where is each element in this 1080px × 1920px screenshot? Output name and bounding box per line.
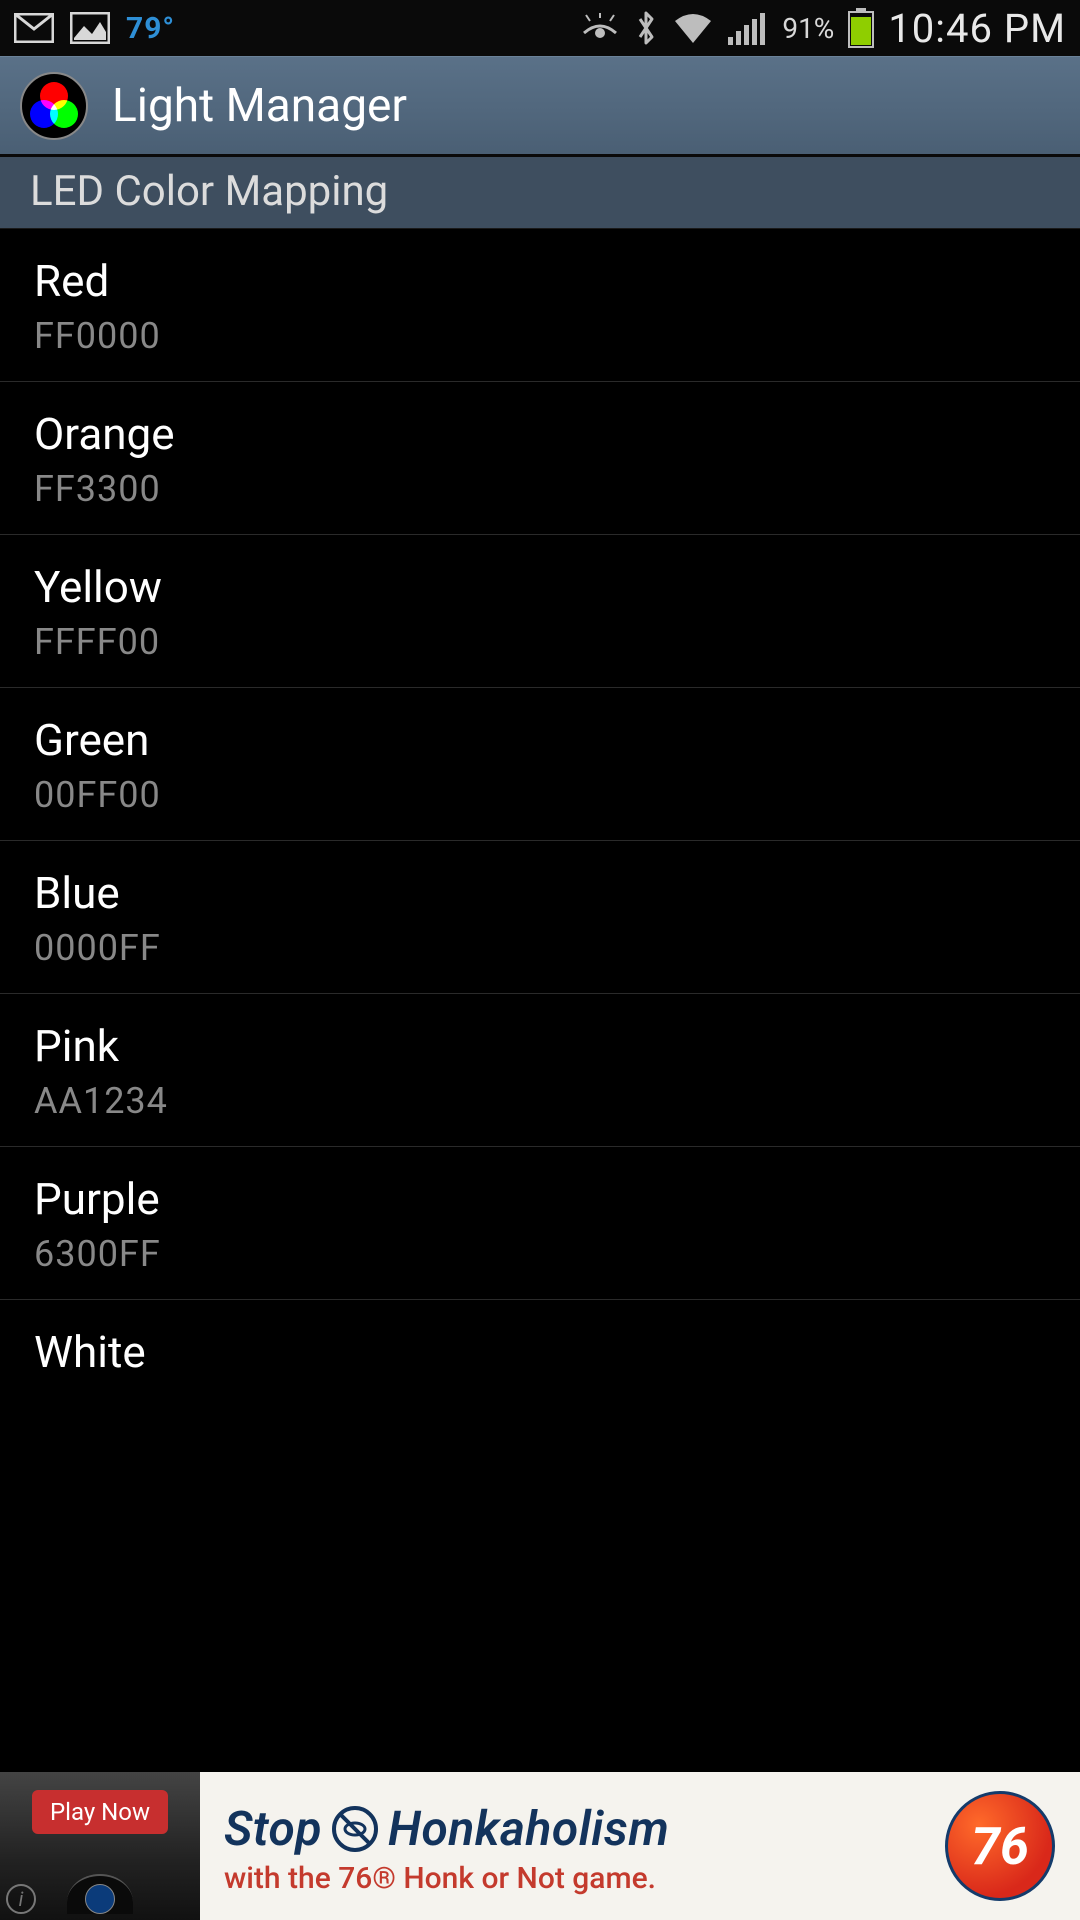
color-hex: FF0000 <box>34 315 1046 357</box>
ad-headline-left: Stop <box>224 1800 322 1857</box>
color-name: Yellow <box>34 561 1046 613</box>
section-header: LED Color Mapping <box>0 156 1080 229</box>
status-right: 91% 10:46 PM <box>580 5 1066 52</box>
image-icon <box>70 12 110 44</box>
list-item[interactable]: Yellow FFFF00 <box>0 535 1080 688</box>
color-name: Green <box>34 714 1046 766</box>
play-now-button[interactable]: Play Now <box>32 1790 168 1834</box>
list-item[interactable]: White <box>0 1300 1080 1378</box>
status-bar[interactable]: 79° 91% 10:46 PM <box>0 0 1080 56</box>
color-list: Red FF0000 Orange FF3300 Yellow FFFF00 G… <box>0 229 1080 1378</box>
weather-temp: 79° <box>126 11 175 46</box>
brand-76-icon: 76 <box>945 1791 1055 1901</box>
ad-headline: Stop Honkaholism <box>224 1800 896 1857</box>
list-item[interactable]: Green 00FF00 <box>0 688 1080 841</box>
ad-subline: with the 76® Honk or Not game. <box>224 1861 896 1896</box>
app-icon <box>20 72 88 140</box>
bluetooth-icon <box>634 9 658 47</box>
ad-banner[interactable]: Play Now Stop Honkaholism with the 76® H… <box>0 1772 1080 1920</box>
color-name: Blue <box>34 867 1046 919</box>
color-hex: 6300FF <box>34 1233 1046 1275</box>
color-hex: 0000FF <box>34 927 1046 969</box>
battery-icon <box>848 8 874 48</box>
color-hex: FFFF00 <box>34 621 1046 663</box>
color-hex: 00FF00 <box>34 774 1046 816</box>
ad-text: Stop Honkaholism with the 76® Honk or No… <box>200 1772 920 1920</box>
list-item[interactable]: Orange FF3300 <box>0 382 1080 535</box>
color-name: Orange <box>34 408 1046 460</box>
color-name: Pink <box>34 1020 1046 1072</box>
color-name: White <box>34 1326 1046 1378</box>
app-bar: Light Manager <box>0 56 1080 156</box>
list-item[interactable]: Purple 6300FF <box>0 1147 1080 1300</box>
color-name: Red <box>34 255 1046 307</box>
color-name: Purple <box>34 1173 1046 1225</box>
signal-icon <box>728 11 768 45</box>
list-item[interactable]: Red FF0000 <box>0 229 1080 382</box>
list-item[interactable]: Blue 0000FF <box>0 841 1080 994</box>
color-hex: FF3300 <box>34 468 1046 510</box>
status-left: 79° <box>14 11 175 46</box>
mail-icon <box>14 13 54 43</box>
color-hex: AA1234 <box>34 1080 1046 1122</box>
no-horn-icon <box>330 1804 380 1854</box>
ad-info-icon[interactable]: i <box>6 1884 36 1914</box>
ad-brand: 76 <box>920 1772 1080 1920</box>
battery-percent: 91% <box>782 12 834 45</box>
wifi-icon <box>672 11 714 45</box>
list-item[interactable]: Pink AA1234 <box>0 994 1080 1147</box>
clock-time: 10:46 PM <box>888 5 1066 52</box>
app-title: Light Manager <box>112 79 407 133</box>
ad-headline-right: Honkaholism <box>388 1800 669 1857</box>
steering-wheel-icon <box>67 1874 133 1914</box>
smart-stay-icon <box>580 13 620 43</box>
